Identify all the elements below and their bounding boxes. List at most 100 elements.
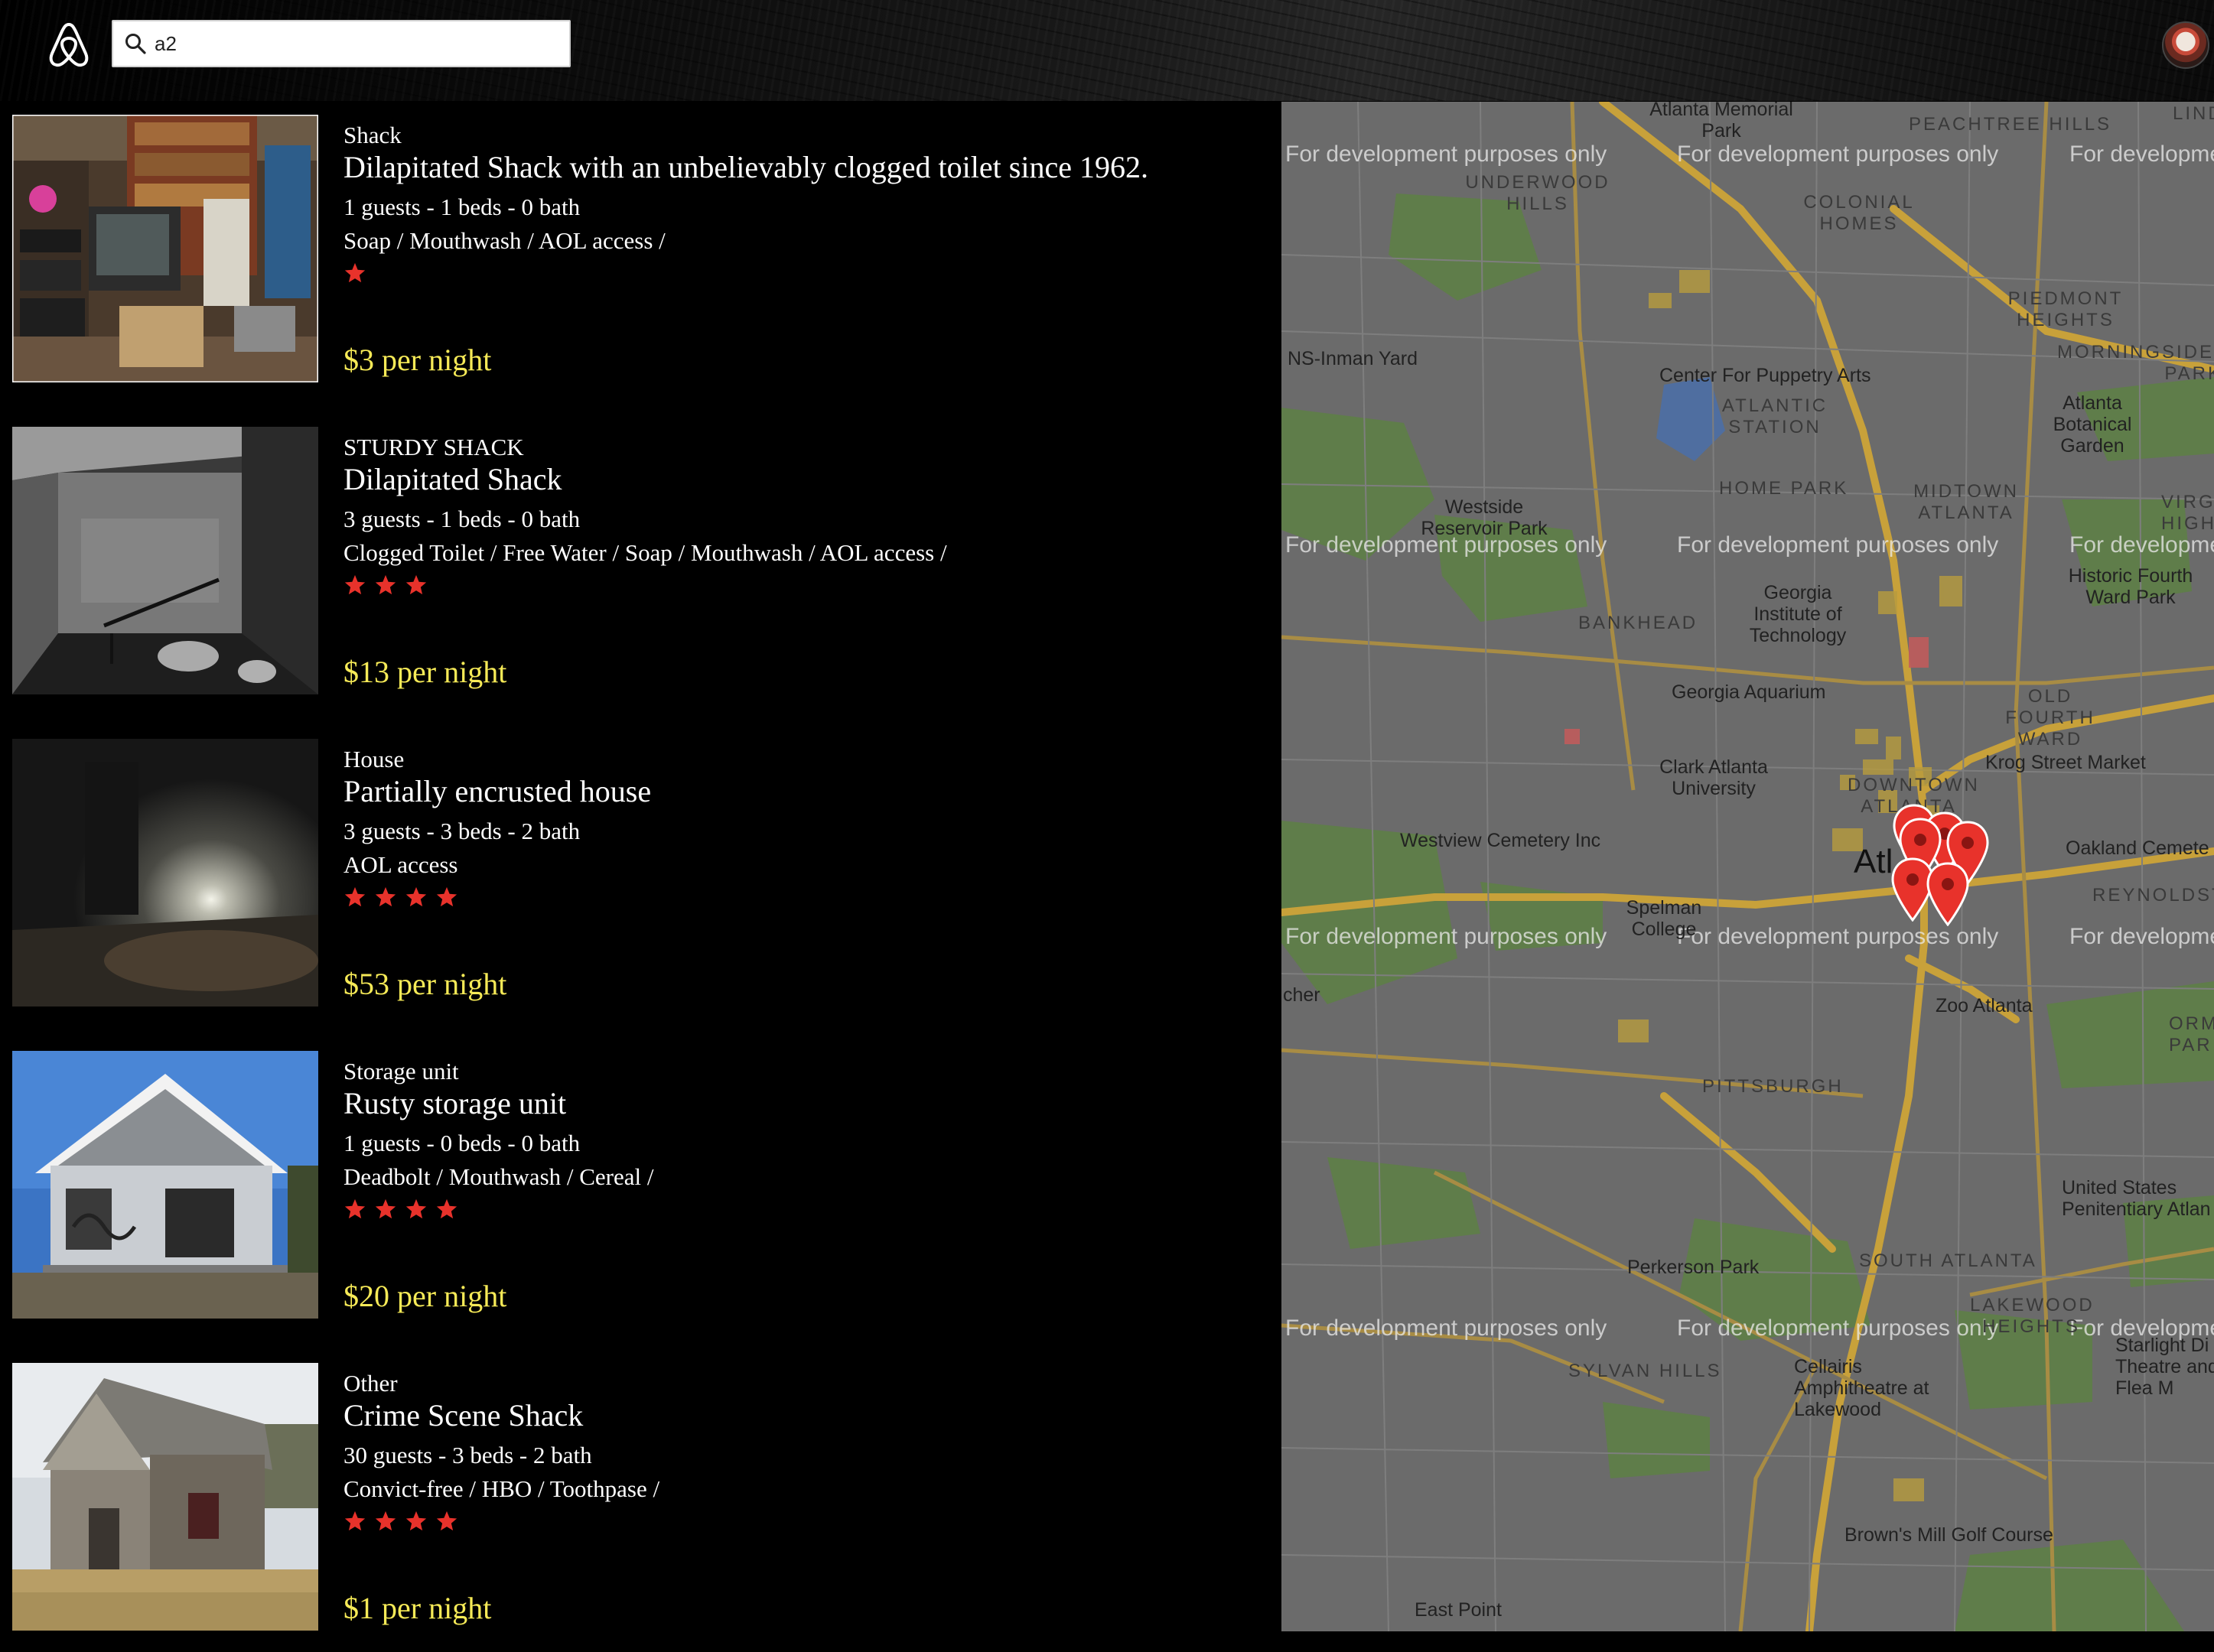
listing-title[interactable]: Dilapitated Shack [343,462,1262,497]
map-label: LINDRI [2173,103,2214,124]
listing-title[interactable]: Rusty storage unit [343,1086,1262,1121]
rating-stars [343,886,1262,916]
listing-title[interactable]: Dilapitated Shack with an unbelievably c… [343,150,1262,185]
star-icon [436,1198,457,1219]
map-label: East Point [1415,1599,1502,1621]
listing-photo[interactable] [12,739,318,1006]
map-label: cher [1283,984,1320,1006]
star-icon [436,886,457,907]
map-watermark: For development purposes only [1677,1315,1999,1341]
star-icon [344,574,366,595]
rating-stars [343,574,1262,604]
listing-info: House Partially encrusted house 3 guests… [343,745,1262,916]
search-icon [125,34,146,54]
map-label: United States Penitentiary Atlan [2062,1177,2211,1220]
listing-details: 3 guests - 3 beds - 2 bath [343,818,581,844]
search-box[interactable] [112,20,571,67]
map-label: VIRGIN HIGHLA [2161,492,2214,534]
map-label: Georgia Aquarium [1672,681,1826,703]
listing-price: $20 per night [343,1279,507,1313]
map-label: OLD FOURTH WARD [2005,686,2095,750]
listing-title[interactable]: Partially encrusted house [343,774,1262,809]
map-label: PIEDMONT HEIGHTS [2007,288,2124,330]
map-label: Center For Puppetry Arts [1659,365,1871,386]
cluttered-room-photo [12,115,318,382]
user-avatar[interactable] [2162,21,2209,69]
map-watermark: For development purposes only [1677,924,1999,949]
listing-type: Shack [343,122,402,148]
top-navbar [0,0,2214,101]
search-input[interactable] [155,31,552,56]
listing-card[interactable]: STURDY SHACK Dilapitated Shack 3 guests … [0,425,1270,737]
listing-details: 1 guests - 1 beds - 0 bath [343,193,581,220]
listing-photo[interactable] [12,427,318,694]
listing-photo[interactable] [12,1363,318,1631]
listing-card[interactable]: House Partially encrusted house 3 guests… [0,737,1270,1049]
listing-card[interactable]: Storage unit Rusty storage unit 1 guests… [0,1049,1270,1361]
map-label: MORNINGSIDE-PARK [2057,342,2214,384]
map-watermark: For development purposes only [2069,924,2214,949]
map-label: Starlight Di Theatre and Flea M [2115,1335,2214,1399]
star-icon [405,1198,427,1219]
star-icon [344,262,366,283]
listing-details: 30 guests - 3 beds - 2 bath [343,1442,592,1468]
map-label: REYNOLDST [2092,885,2214,906]
map-label: UNDERWOOD HILLS [1465,172,1610,214]
airbnb-logo-icon[interactable] [46,20,92,69]
listing-price: $53 per night [343,967,507,1001]
star-icon [375,886,396,907]
star-icon [375,574,396,595]
listing-title[interactable]: Crime Scene Shack [343,1398,1262,1433]
map-watermark: For development purposes only [1677,532,1999,558]
listing-photo[interactable] [12,1051,318,1319]
map-view[interactable]: For development purposes only For develo… [1281,102,2214,1631]
map-label: Atl [1854,843,1893,880]
map-watermark: For development purposes only [1677,141,1999,167]
map-label: Brown's Mill Golf Course [1844,1524,2053,1546]
map-label: Clark Atlanta University [1659,756,1768,799]
listing-amenities: Deadbolt / Mouthwash / Cereal / [343,1163,654,1190]
map-label: Krog Street Market [1985,752,2146,773]
map-label: PEACHTREE HILLS [1909,114,2112,135]
map-label: SOUTH ATLANTA [1859,1250,2037,1271]
listing-price: $13 per night [343,655,507,689]
map-label: COLONIAL HOMES [1803,192,1915,234]
map-label: ATLANTIC STATION [1721,395,1828,437]
map-tiles [1281,102,2214,1631]
map-label: PITTSBURGH [1702,1076,1844,1097]
star-icon [344,886,366,907]
star-icon [405,1511,427,1531]
map-label: Westside Reservoir Park [1421,496,1548,539]
listing-amenities: Convict-free / HBO / Toothpase / [343,1475,660,1502]
listing-photo[interactable] [12,115,318,382]
map-label: HOME PARK [1719,478,1849,499]
listing-card[interactable]: Shack Dilapitated Shack with an unbeliev… [0,113,1270,425]
listing-info: Storage unit Rusty storage unit 1 guests… [343,1057,1262,1228]
star-icon [375,1198,396,1219]
listing-type: Other [343,1370,398,1397]
listing-card[interactable]: Other Crime Scene Shack 30 guests - 3 be… [0,1361,1270,1652]
map-label: BANKHEAD [1578,613,1698,633]
map-label: LAKEWOOD HEIGHTS [1970,1295,2095,1337]
map-marker-icon[interactable] [1926,862,1970,926]
rating-stars [343,1510,1262,1540]
map-watermark: For development purposes only [2069,141,2214,167]
star-icon [405,886,427,907]
listing-price: $1 per night [343,1591,492,1625]
listing-amenities: Soap / Mouthwash / AOL access / [343,227,666,254]
listing-amenities: AOL access [343,851,458,878]
listing-amenities: Clogged Toilet / Free Water / Soap / Mou… [343,539,947,566]
map-label: Atlanta Memorial Park [1649,102,1793,141]
map-label: ORMEW PAR [2169,1013,2214,1055]
map-watermark: For development purposes only [1285,141,1607,167]
map-label: Atlanta Botanical Garden [2053,392,2132,457]
star-icon [436,1511,457,1531]
concrete-basement-photo [12,427,318,694]
map-label: Cellairis Amphitheatre at Lakewood [1794,1356,1929,1420]
dark-room-photo [12,739,318,1006]
star-icon [405,574,427,595]
map-watermark: For development purposes only [1285,1315,1607,1341]
listing-info: Other Crime Scene Shack 30 guests - 3 be… [343,1369,1262,1540]
star-icon [344,1198,366,1219]
map-label: SYLVAN HILLS [1568,1361,1722,1381]
